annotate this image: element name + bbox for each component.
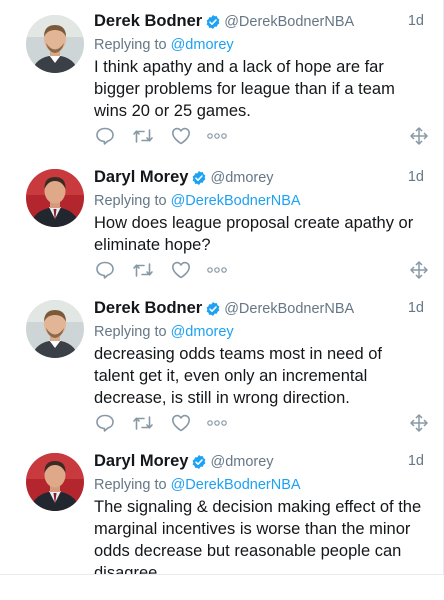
replying-to-link[interactable]: @DerekBodnerNBA	[171, 477, 301, 493]
replying-to: Replying to @dmorey	[94, 322, 426, 342]
retweet-icon[interactable]	[132, 260, 154, 280]
more-dots-icon[interactable]	[206, 260, 228, 280]
avatar[interactable]	[26, 169, 84, 227]
reply-icon[interactable]	[94, 126, 116, 146]
replying-to-label: Replying to	[94, 324, 171, 340]
tweet-actions	[94, 260, 428, 280]
move-arrows-icon[interactable]	[408, 126, 430, 146]
timestamp[interactable]: 1d	[408, 169, 424, 185]
retweet-icon[interactable]	[132, 413, 154, 433]
avatar[interactable]	[26, 453, 84, 511]
heart-icon[interactable]	[170, 260, 192, 280]
reply-icon[interactable]	[94, 413, 116, 433]
timestamp[interactable]: 1d	[408, 453, 424, 469]
heart-icon[interactable]	[170, 413, 192, 433]
heart-icon[interactable]	[170, 126, 192, 146]
display-name[interactable]: Derek Bodner	[94, 299, 202, 318]
verified-badge-icon	[193, 170, 206, 185]
replying-to-label: Replying to	[94, 37, 171, 53]
more-dots-icon[interactable]	[206, 413, 228, 433]
timestamp[interactable]: 1d	[408, 13, 424, 29]
more-dots-icon[interactable]	[206, 126, 228, 146]
verified-badge-icon	[206, 301, 220, 316]
tweet-actions	[94, 126, 428, 146]
user-handle[interactable]: @DerekBodnerNBA	[224, 14, 354, 30]
user-handle[interactable]: @dmorey	[210, 170, 273, 186]
verified-badge-icon	[206, 14, 220, 29]
retweet-icon[interactable]	[132, 126, 154, 146]
replying-to: Replying to @DerekBodnerNBA	[94, 475, 426, 495]
move-arrows-icon[interactable]	[408, 413, 430, 433]
replying-to-label: Replying to	[94, 193, 171, 209]
replying-to-link[interactable]: @dmorey	[171, 37, 234, 53]
verified-badge-icon	[193, 454, 206, 469]
user-handle[interactable]: @DerekBodnerNBA	[224, 301, 354, 317]
timestamp[interactable]: 1d	[408, 300, 424, 316]
tweet-actions	[94, 413, 428, 433]
tweet-text: decreasing odds teams most in need of ta…	[94, 345, 383, 407]
replying-to: Replying to @dmorey	[94, 35, 426, 55]
avatar[interactable]	[26, 15, 84, 73]
replying-to-link[interactable]: @DerekBodnerNBA	[171, 193, 301, 209]
display-name[interactable]: Daryl Morey	[94, 452, 188, 471]
replying-to-label: Replying to	[94, 477, 171, 493]
tweet-text: The signaling & decision making effect o…	[94, 498, 422, 575]
tweet-text: How does league proposal create apathy o…	[94, 214, 414, 254]
reply-icon[interactable]	[94, 260, 116, 280]
user-handle[interactable]: @dmorey	[210, 454, 273, 470]
tweet-text: I think apathy and a lack of hope are fa…	[94, 58, 395, 120]
replying-to-link[interactable]: @dmorey	[171, 324, 234, 340]
tweet-thread: Derek Bodner @DerekBodnerNBA 1d Replying …	[0, 0, 444, 575]
move-arrows-icon[interactable]	[408, 260, 430, 280]
replying-to: Replying to @DerekBodnerNBA	[94, 191, 426, 211]
display-name[interactable]: Daryl Morey	[94, 168, 188, 187]
display-name[interactable]: Derek Bodner	[94, 12, 202, 31]
avatar[interactable]	[26, 300, 84, 358]
